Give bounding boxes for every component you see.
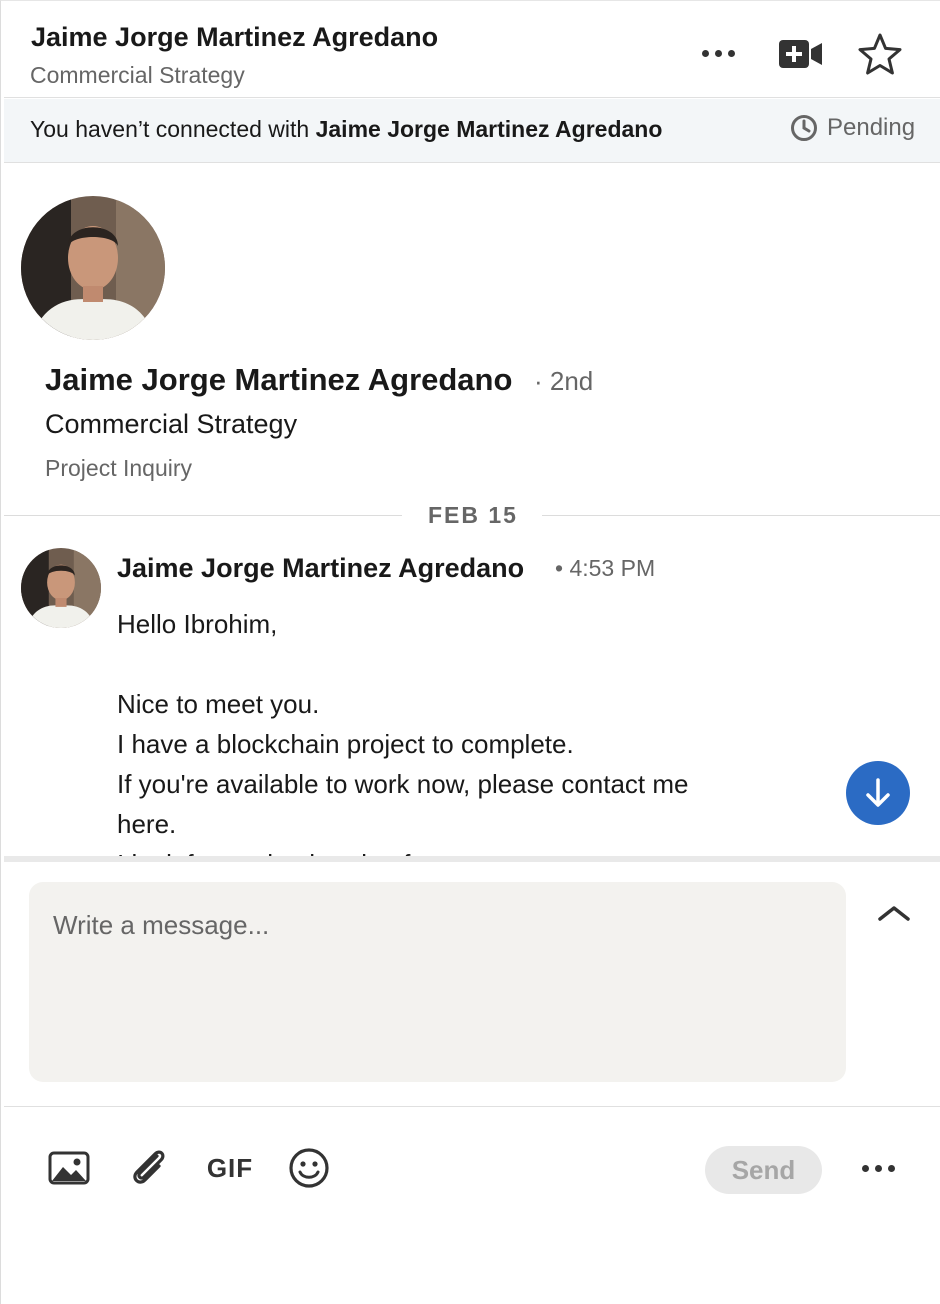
gif-button[interactable]: GIF (204, 1146, 256, 1190)
send-button[interactable]: Send (705, 1146, 822, 1194)
toolbar-separator (4, 1106, 940, 1107)
profile-avatar[interactable] (21, 196, 165, 340)
header-contact-headline: Commercial Strategy (30, 62, 245, 88)
conversation-subject: Project Inquiry (45, 455, 193, 481)
message-line: If you're available to work now, please … (117, 769, 689, 799)
message-line (117, 644, 797, 684)
star-icon[interactable] (854, 28, 906, 80)
pending-label: Pending (827, 114, 916, 141)
emoji-icon[interactable] (286, 1146, 332, 1190)
composer-top-border (4, 856, 940, 862)
arrow-down-icon (866, 778, 890, 807)
date-divider: FEB 15 (428, 502, 518, 528)
message-body: Hello Ibrohim, Nice to meet you. I have … (117, 604, 797, 856)
more-options-icon[interactable] (694, 38, 742, 68)
profile-name[interactable]: Jaime Jorge Martinez Agredano (45, 362, 512, 398)
connection-notice-prefix: You haven’t connected with (30, 116, 316, 142)
video-call-icon[interactable] (776, 36, 826, 72)
sender-avatar[interactable] (21, 548, 101, 628)
connection-degree: · 2nd (534, 366, 594, 396)
message-line: Nice to meet you. (117, 689, 320, 719)
connection-notice-name: Jaime Jorge Martinez Agredano (315, 116, 663, 142)
divider-line-right (542, 515, 940, 516)
conversation-header: Jaime Jorge Martinez Agredano Commercial… (4, 10, 940, 98)
connection-banner: You haven’t connected with Jaime Jorge M… (4, 99, 940, 163)
message-input[interactable] (29, 882, 846, 1082)
message-line: Hello Ibrohim, (117, 609, 278, 639)
clock-icon (791, 115, 817, 141)
more-options-icon[interactable] (852, 1154, 904, 1182)
connection-notice: You haven’t connected with Jaime Jorge M… (30, 116, 662, 143)
message-line: I have a blockchain project to complete. (117, 729, 574, 759)
expand-composer-icon[interactable] (874, 896, 914, 930)
message-sender-name[interactable]: Jaime Jorge Martinez Agredano (117, 553, 524, 584)
image-icon[interactable] (46, 1146, 92, 1190)
message-timestamp: • 4:53 PM (555, 555, 656, 581)
profile-headline: Commercial Strategy (45, 409, 298, 439)
pending-status[interactable]: Pending (790, 114, 915, 142)
message-composer (29, 882, 846, 1082)
message-line: I look forward to hearing from you. (117, 844, 797, 856)
message-line: here. (117, 809, 177, 839)
header-contact-name[interactable]: Jaime Jorge Martinez Agredano (31, 22, 438, 53)
divider-line-left (4, 515, 402, 516)
attachment-icon[interactable] (126, 1146, 172, 1190)
scroll-to-bottom-button[interactable] (846, 761, 910, 825)
